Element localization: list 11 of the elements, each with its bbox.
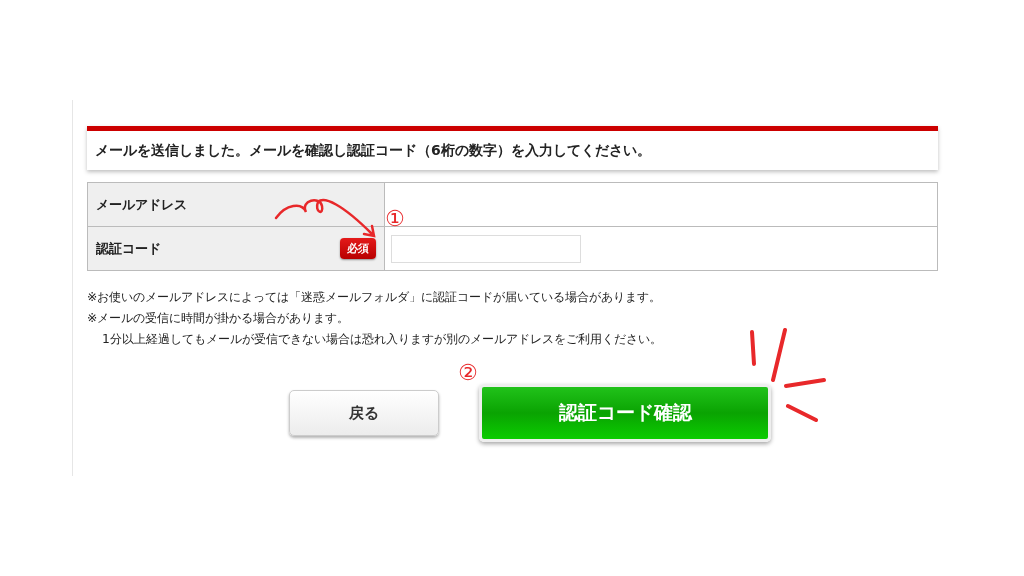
note-text: 1分以上経過してもメールが受信できない場合は恐れ入りますが別のメールアドレスをご利用ください。 xyxy=(101,331,663,348)
code-input-field[interactable] xyxy=(391,234,581,263)
required-badge: 必須 xyxy=(340,238,376,259)
note-text: ※お使いのメールアドレスによっては「迷惑メールフォルダ」に認証コードが届いている場合があります。 xyxy=(87,289,663,306)
step-number: ① xyxy=(385,208,405,230)
step-number: ② xyxy=(458,362,478,384)
back-button[interactable]: 戻る xyxy=(289,390,439,436)
field-label: メールアドレス xyxy=(96,195,187,214)
notice-message: メールを送信しました。メールを確認し認証コード（6桁の数字）を入力してください。 xyxy=(87,126,938,170)
field-label: 認証コード xyxy=(96,239,161,258)
note-text: ※メールの受信に時間が掛かる場合があります。 xyxy=(87,310,351,327)
